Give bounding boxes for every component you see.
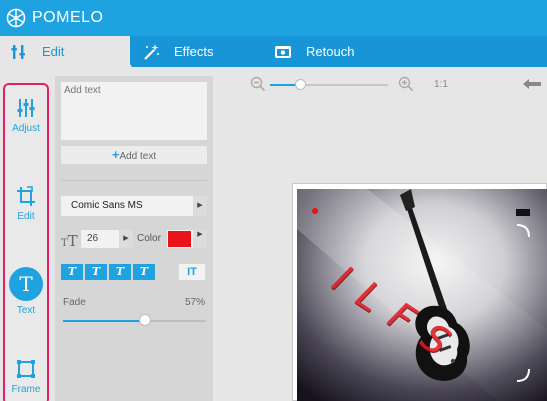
undo-icon[interactable] bbox=[522, 78, 542, 90]
zoom-out-icon[interactable] bbox=[250, 76, 266, 92]
tool-sidebar: Adjust Edit T Text Frame bbox=[3, 83, 49, 401]
font-size-dropdown[interactable]: 26 ▶ bbox=[81, 230, 133, 248]
retouch-icon bbox=[275, 45, 291, 58]
chevron-right-icon: ▶ bbox=[193, 196, 207, 216]
zoom-slider-track[interactable] bbox=[270, 84, 388, 86]
sidebar-item-frame-label: Frame bbox=[11, 384, 41, 395]
chevron-right-icon: ▶ bbox=[119, 230, 133, 248]
font-size-icon: TT bbox=[61, 232, 78, 250]
chevron-right-icon: ▶ bbox=[193, 230, 207, 248]
text-style-button-4[interactable]: T bbox=[133, 264, 155, 280]
tools-icon bbox=[11, 44, 25, 59]
sidebar-item-edit-label: Edit bbox=[17, 211, 35, 222]
sidebar-item-text[interactable]: T Text bbox=[5, 267, 47, 316]
font-family-dropdown[interactable]: Comic Sans MS ▶ bbox=[61, 196, 207, 216]
title-bar: POMELO bbox=[0, 0, 547, 36]
sidebar-item-frame[interactable]: Frame bbox=[5, 358, 47, 395]
vertical-text-button[interactable]: IT bbox=[179, 264, 205, 280]
zoom-slider-thumb[interactable] bbox=[294, 79, 306, 90]
divider bbox=[61, 180, 207, 181]
sidebar-item-edit[interactable]: Edit bbox=[5, 185, 47, 222]
tab-effects[interactable]: Effects bbox=[142, 36, 214, 67]
fade-value: 57% bbox=[184, 297, 205, 308]
sidebar-item-adjust[interactable]: Adjust bbox=[5, 97, 47, 134]
font-family-value: Comic Sans MS bbox=[71, 200, 143, 211]
pomelo-logo-icon bbox=[6, 8, 26, 28]
color-swatch-fill bbox=[168, 231, 191, 247]
tab-retouch-label: Retouch bbox=[306, 44, 355, 59]
text-style-button-1[interactable]: T bbox=[61, 264, 83, 280]
text-style-button-2[interactable]: T bbox=[85, 264, 107, 280]
text-panel: +Add text Comic Sans MS ▶ TT 26 ▶ Color … bbox=[55, 76, 213, 401]
fade-slider-track[interactable] bbox=[63, 320, 206, 322]
zoom-in-icon[interactable] bbox=[398, 76, 414, 92]
add-text-button-label: Add text bbox=[119, 151, 157, 162]
tab-effects-label: Effects bbox=[174, 44, 214, 59]
frame-icon bbox=[17, 360, 35, 378]
tab-retouch[interactable]: Retouch bbox=[274, 36, 354, 67]
actual-size-button[interactable]: 1:1 bbox=[434, 79, 448, 90]
text-style-button-3[interactable]: T bbox=[109, 264, 131, 280]
sliders-icon bbox=[17, 99, 35, 117]
sidebar-item-text-label: Text bbox=[16, 305, 36, 316]
fade-label: Fade bbox=[63, 297, 86, 308]
magic-wand-icon bbox=[144, 43, 159, 60]
tab-edit-label: Edit bbox=[42, 44, 65, 59]
color-picker[interactable]: ▶ bbox=[167, 230, 207, 248]
app-title: POMELO bbox=[32, 9, 104, 26]
crop-icon bbox=[17, 186, 35, 206]
font-size-value: 26 bbox=[87, 233, 99, 244]
tab-edit[interactable]: Edit bbox=[0, 36, 130, 67]
sidebar-item-adjust-label: Adjust bbox=[12, 123, 40, 134]
color-label: Color bbox=[137, 233, 161, 244]
add-text-input[interactable] bbox=[61, 82, 207, 140]
fade-slider-fill bbox=[63, 320, 145, 322]
text-icon: T bbox=[9, 267, 43, 301]
fade-slider-thumb[interactable] bbox=[138, 314, 151, 326]
add-text-button[interactable]: +Add text bbox=[61, 146, 207, 164]
